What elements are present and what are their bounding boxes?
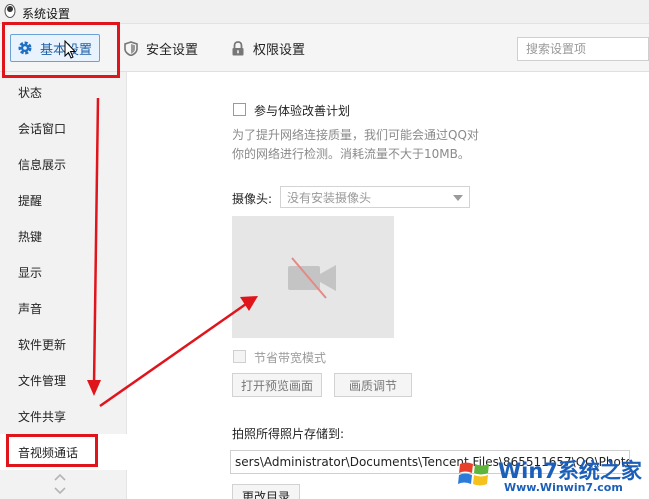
sidebar-item-chat-window[interactable]: 会话窗口: [0, 110, 127, 146]
settings-search-input[interactable]: [517, 37, 649, 61]
sidebar-item-hotkeys[interactable]: 热键: [0, 218, 127, 254]
camera-label: 摄像头:: [232, 192, 273, 206]
title-bar: 系统设置: [0, 0, 649, 24]
experience-description: 为了提升网络连接质量，我们可能会通过QQ对你的网络进行检测。消耗流量不大于10M…: [232, 128, 479, 161]
sidebar-item-file-sharing[interactable]: 文件共享: [0, 398, 127, 434]
sidebar-item-label: 状态: [18, 85, 43, 100]
shield-icon: [124, 40, 138, 56]
open-preview-button[interactable]: 打开预览画面: [232, 373, 322, 397]
sidebar-item-label: 声音: [18, 301, 43, 316]
settings-content: 参与体验改善计划 为了提升网络连接质量，我们可能会通过QQ对你的网络进行检测。消…: [128, 72, 649, 499]
annotation-box-basic-settings: [2, 22, 120, 78]
camera-select-value: 没有安装摄像头: [287, 190, 372, 205]
watermark-url: Www.Winwin7.com: [504, 481, 623, 494]
camera-off-icon: [288, 257, 336, 299]
window-title: 系统设置: [22, 7, 71, 21]
tab-permission-settings[interactable]: 权限设置: [231, 24, 305, 72]
tab-security-settings[interactable]: 安全设置: [124, 24, 198, 72]
qq-penguin-icon: [4, 4, 16, 18]
sidebar-item-label: 信息展示: [18, 157, 67, 172]
scroll-down-icon[interactable]: [53, 486, 67, 496]
sidebar-item-software-update[interactable]: 软件更新: [0, 326, 127, 362]
change-directory-button[interactable]: 更改目录: [232, 484, 300, 499]
site-watermark: Win7系统之家 Www.Winwin7.com: [454, 454, 649, 499]
annotation-box-av-call: [6, 434, 98, 467]
sidebar-item-label: 软件更新: [18, 337, 67, 352]
bandwidth-saving-checkbox[interactable]: [233, 350, 246, 363]
sidebar-item-display[interactable]: 显示: [0, 254, 127, 290]
windows-logo-icon: [458, 462, 489, 486]
experience-plan-checkbox[interactable]: [233, 103, 246, 116]
sidebar-item-label: 会话窗口: [18, 121, 67, 136]
camera-preview: [232, 216, 394, 338]
sidebar-item-sound[interactable]: 声音: [0, 290, 127, 326]
camera-select[interactable]: 没有安装摄像头: [280, 186, 470, 208]
tab-security-settings-label: 安全设置: [146, 42, 199, 58]
lock-icon: [232, 40, 244, 55]
bandwidth-saving-label: 节省带宽模式: [254, 351, 327, 365]
sidebar-item-label: 文件共享: [18, 409, 67, 424]
tab-permission-settings-label: 权限设置: [253, 42, 306, 58]
experience-plan-label: 参与体验改善计划: [254, 104, 351, 118]
chevron-down-icon: [453, 195, 463, 201]
sidebar-item-label: 提醒: [18, 193, 43, 208]
quality-adjust-button[interactable]: 画质调节: [334, 373, 412, 397]
sidebar-item-file-management[interactable]: 文件管理: [0, 362, 127, 398]
scroll-up-icon[interactable]: [53, 472, 67, 482]
sidebar-item-label: 文件管理: [18, 373, 67, 388]
sidebar-item-label: 热键: [18, 229, 43, 244]
sidebar-item-status[interactable]: 状态: [0, 74, 127, 110]
sidebar-item-label: 显示: [18, 265, 43, 280]
photo-save-label: 拍照所得照片存储到:: [232, 427, 345, 441]
sidebar-item-reminder[interactable]: 提醒: [0, 182, 127, 218]
sidebar-item-info-display[interactable]: 信息展示: [0, 146, 127, 182]
